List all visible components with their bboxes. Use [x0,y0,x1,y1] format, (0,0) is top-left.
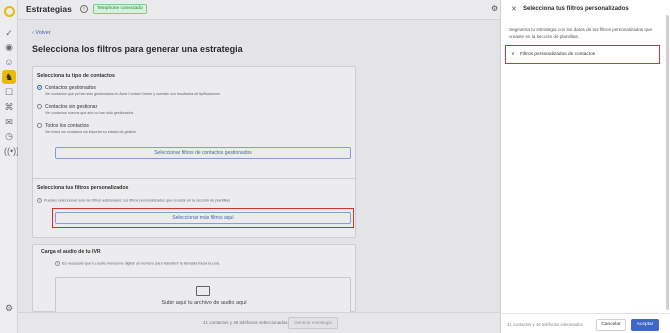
broadcast-icon[interactable]: ((•)) [4,146,19,156]
back-label: Volver [35,30,51,36]
upload-label: Subir aquí tu archivo de audio aquí [161,300,247,306]
custom-filters-warning-text: Puedes seleccionar solo los filtros adic… [44,198,231,203]
flow-icon[interactable]: ⌘ [4,102,14,112]
audio-warning-text: Es necesario que tu audio mencione digit… [62,261,220,266]
selection-count: 41 contactos y 46 teléfonos seleccionado… [203,320,288,325]
option-all-desc: Ver todos los contactos sin importar su … [45,130,137,134]
info-icon[interactable]: i [80,5,88,13]
main-footer: 41 contactos y 46 teléfonos seleccionado… [18,312,500,333]
folder-icon [196,286,210,296]
radio-all[interactable] [37,123,42,128]
contact-type-title: Selecciona tu tipo de contactos [37,73,115,79]
panel-count: 41 contactos y 46 teléfonos interesados [507,322,583,327]
top-bar: Estrategias i Telephone conectado ⚙ [18,0,500,20]
checklist-icon[interactable]: ✓ [4,28,14,38]
scrollbar[interactable] [666,15,669,310]
custom-filters-title: Selecciona tus filtros personalizados [37,185,129,191]
custom-filters-card: Selecciona tus filtros personalizados iP… [32,178,356,238]
contact-type-card: Selecciona tu tipo de contactos Contacto… [32,66,356,184]
left-rail: ✓ ◉ ☺ ♞ ☐ ⌘ ✉ ◷ ((•)) ⚙ [0,0,19,333]
option-all-label: Todos los contactos [45,123,89,129]
option-managed-label: Contactos gestionados [45,85,96,91]
audio-card: Carga el audio de tu IVR i Es necesario q… [32,244,356,317]
accept-button[interactable]: Aceptar [631,319,659,331]
eye-icon[interactable]: ◉ [4,42,14,52]
chevron-down-icon: ∨ [511,51,515,57]
custom-filters-warning: i Puedes seleccionar solo los filtros adi… [37,198,230,203]
audio-upload-area[interactable]: Subir aquí tu archivo de audio aquí [55,277,351,317]
highlight-frame [52,208,354,228]
logo-icon [4,6,15,17]
info-icon: i [37,198,42,203]
select-managed-filters-button[interactable]: Seleccionar filtros de contactos gestion… [55,147,351,159]
mail-icon[interactable]: ✉ [4,117,14,127]
option-managed-desc: Ver contactos que ya han sido gestionado… [45,92,220,96]
audio-warning: i Es necesario que tu audio mencione digi… [55,261,219,266]
user-icon[interactable]: ☺ [4,57,14,67]
panel-footer: 41 contactos y 46 teléfonos interesados … [501,313,670,333]
settings-icon[interactable]: ⚙ [4,303,14,313]
back-link[interactable]: ‹ Volver [32,30,51,36]
close-icon[interactable]: ✕ [511,5,517,13]
radio-managed[interactable] [37,85,42,90]
panel-description: Segmenta tu estrategia con los datos de … [509,27,653,39]
page-title: Estrategias [26,4,72,14]
status-badge: Telephone conectado [93,4,147,14]
panel-title: Selecciona tus filtros personalizados [523,6,629,12]
main-heading: Selecciona los filtros para generar una … [32,44,243,54]
filters-panel: ✕ Selecciona tus filtros personalizados … [500,0,670,333]
audio-title: Carga el audio de tu IVR [41,249,101,255]
chat-icon[interactable]: ☐ [4,87,14,97]
radio-unmanaged[interactable] [37,104,42,109]
cancel-button[interactable]: Cancelar [596,319,626,331]
info-icon: i [55,261,60,266]
filter-label: Filtros personalizados de contactos [520,52,596,57]
gear-icon[interactable]: ⚙ [491,4,498,13]
option-unmanaged-desc: Ver contactos nuevos que aún no han sido… [45,111,134,115]
custom-contact-filters-accordion[interactable]: ∨ Filtros personalizados de contactos [505,45,660,64]
timer-icon[interactable]: ◷ [4,131,14,141]
strategy-icon[interactable]: ♞ [2,70,16,84]
option-unmanaged-label: Contactos sin gestionar [45,104,98,110]
main-content: ‹ Volver Selecciona los filtros para gen… [18,20,500,333]
generate-strategy-button[interactable]: Generar estrategia [288,317,338,329]
